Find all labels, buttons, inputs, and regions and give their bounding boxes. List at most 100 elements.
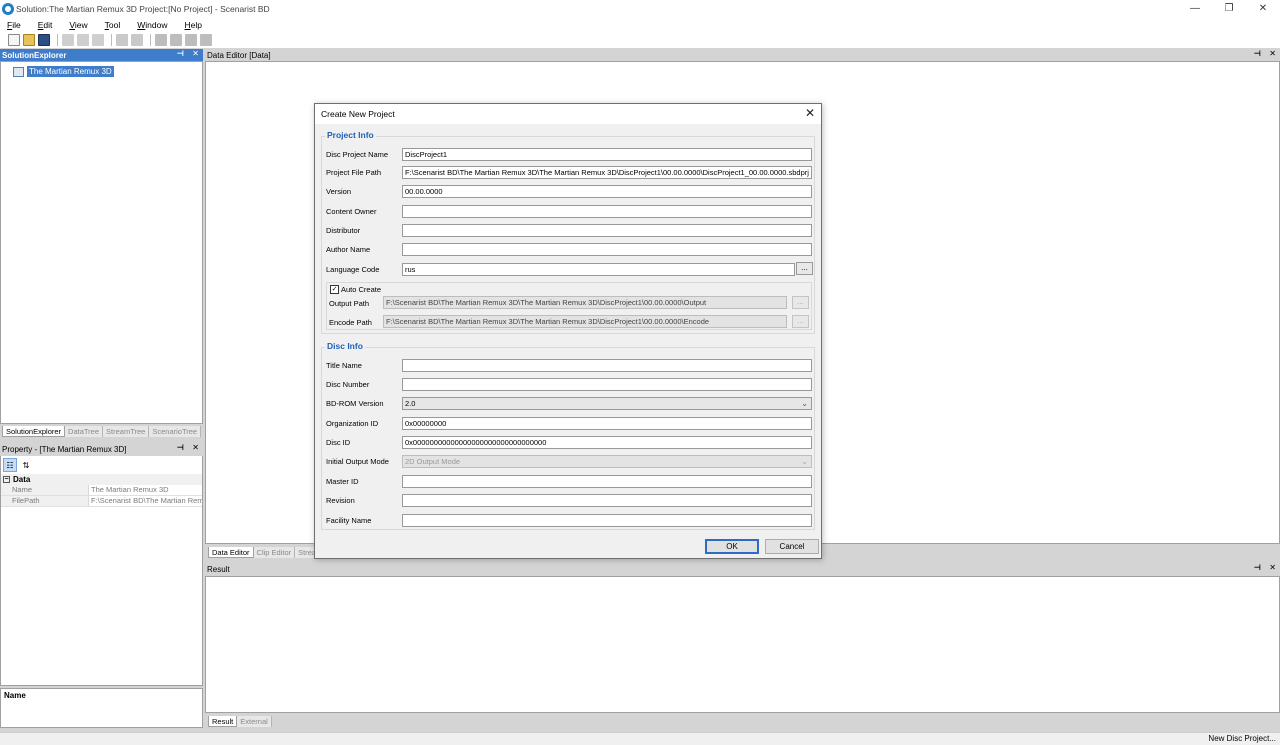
disc-number-input[interactable] <box>402 377 812 391</box>
tool-icon-1[interactable] <box>155 34 167 46</box>
tool-icon-2[interactable] <box>170 34 182 46</box>
tab-result[interactable]: Result <box>208 716 238 727</box>
categorized-icon[interactable]: ☷ <box>3 458 17 472</box>
field-label: Title Name <box>326 360 362 370</box>
encode-path-input[interactable]: F:\Scenarist BD\The Martian Remux 3D\The… <box>383 315 787 328</box>
dialog-close-icon[interactable]: ✕ <box>805 106 815 120</box>
toolbar <box>0 32 1280 48</box>
field-label: Language Code <box>326 264 380 274</box>
redo-icon[interactable] <box>131 34 143 46</box>
output-browse-button[interactable]: ... <box>792 296 809 309</box>
property-value: The Martian Remux 3D <box>91 485 169 494</box>
output-path-input[interactable]: F:\Scenarist BD\The Martian Remux 3D\The… <box>383 296 787 309</box>
field-label: Initial Output Mode <box>326 456 389 466</box>
version-input[interactable]: 00.00.0000 <box>402 184 812 198</box>
disc-id-input[interactable]: 0x00000000000000000000000000000000 <box>402 435 812 449</box>
organization-id-row: Organization ID 0x00000000 <box>326 416 812 430</box>
tool-icon-3[interactable] <box>185 34 197 46</box>
bd-rom-version-select[interactable]: 2.0 ⌄ <box>402 396 812 410</box>
revision-input[interactable] <box>402 493 812 507</box>
paste-icon[interactable] <box>92 34 104 46</box>
close-icon[interactable]: ✕ <box>192 443 199 452</box>
app-icon <box>2 2 14 15</box>
revision-row: Revision <box>326 493 812 507</box>
content-owner-input[interactable] <box>402 204 812 218</box>
pin-icon[interactable]: ⊣ <box>177 443 184 452</box>
auto-create-label: Auto Create <box>341 285 382 294</box>
result-tabstrip: Result External <box>208 716 272 727</box>
save-icon[interactable] <box>38 34 50 46</box>
title-name-input[interactable] <box>402 358 812 372</box>
property-toolbar: ☷ ⇅ <box>0 456 203 474</box>
tab-data-tree[interactable]: DataTree <box>65 426 104 437</box>
menu-window[interactable]: Window <box>134 20 170 30</box>
facility-name-row: Facility Name <box>326 513 812 527</box>
disc-id-row: Disc ID 0x000000000000000000000000000000… <box>326 435 812 449</box>
version-row: Version 00.00.0000 <box>326 184 812 198</box>
open-folder-icon[interactable] <box>23 34 35 46</box>
cancel-button[interactable]: Cancel <box>765 539 819 554</box>
menu-file[interactable]: File <box>4 20 24 30</box>
collapse-icon[interactable]: − <box>3 476 10 483</box>
tab-solution-explorer[interactable]: SolutionExplorer <box>2 426 66 437</box>
author-name-input[interactable] <box>402 242 812 256</box>
language-code-input[interactable]: rus <box>402 262 795 276</box>
minimize-button[interactable]: — <box>1178 0 1212 17</box>
close-window-button[interactable]: ✕ <box>1246 0 1280 17</box>
organization-id-input[interactable]: 0x00000000 <box>402 416 812 430</box>
undo-icon[interactable] <box>116 34 128 46</box>
menu-help[interactable]: Help <box>182 20 205 30</box>
new-icon[interactable] <box>8 34 20 46</box>
tab-external[interactable]: External <box>237 716 272 727</box>
sort-alphabetical-icon[interactable]: ⇅ <box>19 458 33 472</box>
auto-create-checkbox-row[interactable]: ✓ Auto Create <box>330 285 381 294</box>
restore-button[interactable]: ❐ <box>1212 0 1246 17</box>
tab-data-editor[interactable]: Data Editor <box>208 547 254 558</box>
copy-icon[interactable] <box>77 34 89 46</box>
tab-scenario-tree[interactable]: ScenarioTree <box>149 426 202 437</box>
category-label: Data <box>13 475 31 484</box>
property-category[interactable]: − Data <box>1 474 202 485</box>
dialog-title: Create New Project <box>321 109 395 119</box>
ok-button[interactable]: OK <box>705 539 759 554</box>
master-id-input[interactable] <box>402 474 812 488</box>
field-label: BD-ROM Version <box>326 398 384 408</box>
cut-icon[interactable] <box>62 34 74 46</box>
pin-icon[interactable]: ⊣ <box>1254 49 1261 58</box>
field-label: Version <box>326 186 352 196</box>
tab-stream-tree[interactable]: StreamTree <box>103 426 150 437</box>
field-label: Encode Path <box>329 317 372 327</box>
disc-info-group: Disc Info Title Name Disc Number BD-ROM … <box>321 341 815 530</box>
language-browse-button[interactable]: ... <box>796 262 813 275</box>
distributor-input[interactable] <box>402 223 812 237</box>
close-icon[interactable]: ✕ <box>1269 49 1276 58</box>
disc-project-name-input[interactable]: DiscProject1 <box>402 147 812 161</box>
property-description: Name <box>0 688 203 728</box>
title-bar: Solution:The Martian Remux 3D Project:[N… <box>0 0 1280 17</box>
tab-clip-editor[interactable]: Clip Editor <box>253 547 296 558</box>
pin-icon[interactable]: ⊣ <box>1254 563 1261 572</box>
tree-item-solution[interactable]: The Martian Remux 3D <box>13 66 114 77</box>
menu-view[interactable]: View <box>66 20 90 30</box>
encode-browse-button[interactable]: ... <box>792 315 809 328</box>
auto-create-checkbox[interactable]: ✓ <box>330 285 339 294</box>
result-title: Result <box>207 564 230 574</box>
field-label: Disc Number <box>326 379 370 389</box>
window-controls: — ❐ ✕ <box>1178 0 1280 17</box>
result-panel <box>205 576 1280 713</box>
distributor-row: Distributor <box>326 223 812 237</box>
property-row[interactable]: FilePath F:\Scenarist BD\The Martian Rem… <box>1 496 202 507</box>
menu-bar: File Edit View Tool Window Help <box>0 17 1280 32</box>
facility-name-input[interactable] <box>402 513 812 527</box>
close-icon[interactable]: ✕ <box>1269 563 1276 572</box>
menu-tool[interactable]: Tool <box>102 20 124 30</box>
close-icon[interactable]: ✕ <box>192 49 199 58</box>
data-editor-title: Data Editor [Data] <box>207 50 271 60</box>
property-row[interactable]: Name The Martian Remux 3D <box>1 485 202 496</box>
tool-icon-4[interactable] <box>200 34 212 46</box>
menu-edit[interactable]: Edit <box>35 20 56 30</box>
initial-output-mode-select[interactable]: 2D Output Mode ⌄ <box>402 454 812 468</box>
pin-icon[interactable]: ⊣ <box>177 49 184 58</box>
project-file-path-input[interactable]: F:\Scenarist BD\The Martian Remux 3D\The… <box>402 165 812 179</box>
output-path-row: Output Path F:\Scenarist BD\The Martian … <box>329 296 809 310</box>
